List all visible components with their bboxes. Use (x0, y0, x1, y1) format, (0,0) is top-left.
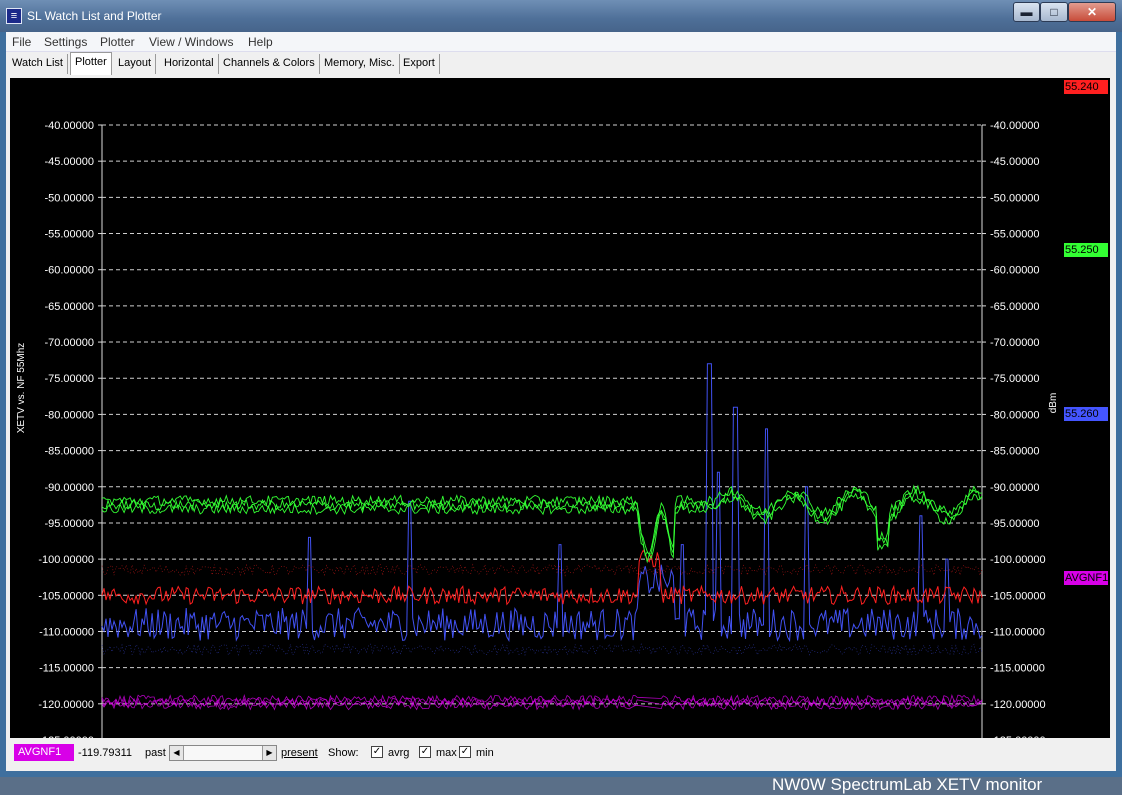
y-tick-label-right: -55.00000 (990, 229, 1040, 241)
cursor-value: -119.79311 (78, 747, 133, 759)
y-tick-label-left: -90.00000 (44, 482, 94, 494)
y-tick-label-left: -65.00000 (44, 301, 94, 313)
app-icon[interactable]: ≡ (6, 8, 22, 24)
plot-area[interactable]: -40.00000 -40.00000 -45.00000 -45.00000 -50.… (10, 78, 1110, 794)
menu-help[interactable]: Help (248, 35, 273, 49)
series-55240-max (101, 563, 983, 577)
channel-chip-55240[interactable]: 55.240 (1064, 80, 1108, 94)
y-tick-label-left: -50.00000 (44, 192, 94, 204)
show-label: Show: (328, 747, 359, 759)
window-title: SL Watch List and Plotter (27, 9, 162, 23)
tab-horizontal[interactable]: Horizontal (160, 54, 219, 74)
tab-channels-colors[interactable]: Channels & Colors (219, 54, 320, 74)
overlay-caption: NW0W SpectrumLab XETV monitor (772, 775, 1043, 794)
selected-channel[interactable]: AVGNF1 (14, 744, 74, 761)
scroll-left-arrow-icon[interactable]: ◀ (170, 746, 184, 760)
close-button[interactable]: ✕ (1068, 2, 1116, 22)
y-tick-label-left: -75.00000 (44, 373, 94, 385)
y-tick-label-left: -95.00000 (44, 518, 94, 530)
y-tick-label-left: -110.00000 (39, 626, 94, 638)
min-label: min (476, 747, 494, 759)
present-link[interactable]: present (281, 747, 318, 759)
y-tick-label-right: -100.00000 (990, 554, 1046, 566)
tab-plotter[interactable]: Plotter (70, 52, 112, 75)
y-tick-label-left: -115.00000 (39, 663, 94, 675)
menu-settings[interactable]: Settings (44, 35, 87, 49)
y-tick-label-right: -115.00000 (990, 663, 1045, 675)
tab-watch-list[interactable]: Watch List (8, 54, 68, 74)
y-tick-label-right: -95.00000 (990, 518, 1040, 530)
series-55250-line (101, 488, 983, 557)
y-tick-label-right: -65.00000 (990, 301, 1040, 313)
y-tick-label-right: -45.00000 (990, 156, 1040, 168)
y-tick-label-right: -75.00000 (990, 373, 1040, 385)
tab-layout[interactable]: Layout (114, 54, 157, 74)
y-tick-label-right: -110.00000 (990, 626, 1045, 638)
tab-bar: Watch List Plotter Layout Horizontal Cha… (6, 52, 1116, 76)
maximize-button[interactable]: □ (1040, 2, 1068, 22)
channel-chip-55260[interactable]: 55.260 (1064, 407, 1108, 421)
series-55240-line (101, 549, 983, 606)
channel-chip-55250[interactable]: 55.250 (1064, 243, 1108, 257)
y-tick-label-left: -120.00000 (38, 699, 94, 711)
menu-view-windows[interactable]: View / Windows (149, 35, 233, 49)
series-55260-min (101, 643, 983, 657)
y-tick-label-left: -40.00000 (44, 120, 94, 132)
minimize-button[interactable]: ▬ (1013, 2, 1040, 22)
y-tick-label-right: -50.00000 (990, 192, 1040, 204)
tab-memory-misc[interactable]: Memory, Misc. (320, 54, 400, 74)
max-label: max (436, 747, 457, 759)
scroll-right-arrow-icon[interactable]: ▶ (262, 746, 276, 760)
title-bar[interactable]: ≡ SL Watch List and Plotter ▬ □ ✕ (0, 0, 1122, 32)
max-checkbox[interactable]: ✓ (419, 746, 431, 758)
client-area: File Settings Plotter View / Windows Hel… (6, 32, 1116, 794)
y-tick-label-left: -100.00000 (38, 554, 94, 566)
y-tick-label-left: -80.00000 (44, 409, 94, 421)
y-tick-label-right: -40.00000 (990, 120, 1040, 132)
y-tick-label-right: -85.00000 (990, 446, 1040, 458)
menu-file[interactable]: File (12, 35, 31, 49)
y-tick-label-right: -80.00000 (990, 409, 1040, 421)
avrg-checkbox[interactable]: ✓ (371, 746, 383, 758)
y-tick-label-left: -85.00000 (44, 446, 94, 458)
app-window: ≡ SL Watch List and Plotter ▬ □ ✕ File S… (0, 0, 1122, 794)
y-tick-label-right: -90.00000 (990, 482, 1040, 494)
status-bar: AVGNF1 -119.79311 past ◀ ▶ present Show:… (6, 738, 1116, 771)
y-tick-label-left: -55.00000 (44, 229, 94, 241)
y-axis-label-right: dBm (1048, 393, 1059, 414)
y-tick-label-right: -120.00000 (990, 699, 1046, 711)
avrg-label: avrg (388, 747, 410, 759)
y-tick-label-left: -70.00000 (44, 337, 94, 349)
spectrum-chart[interactable]: -40.00000 -40.00000 -45.00000 -45.00000 -50.… (10, 78, 1110, 738)
time-scrollbar[interactable]: ◀ ▶ (169, 745, 277, 761)
y-tick-label-right: -105.00000 (990, 590, 1046, 602)
y-tick-label-right: -70.00000 (990, 337, 1040, 349)
y-tick-label-left: -60.00000 (44, 265, 94, 277)
menu-bar: File Settings Plotter View / Windows Hel… (6, 32, 1116, 52)
y-tick-label-left: -105.00000 (38, 590, 94, 602)
y-tick-label-right: -60.00000 (990, 265, 1040, 277)
tab-export[interactable]: Export (399, 54, 440, 74)
y-axis-label-left: XETV vs. NF 55Mhz (16, 343, 27, 434)
y-tick-label-left: -45.00000 (44, 156, 94, 168)
menu-plotter[interactable]: Plotter (100, 35, 135, 49)
past-label: past (145, 747, 166, 759)
min-checkbox[interactable]: ✓ (459, 746, 471, 758)
channel-chip-avgnf1[interactable]: AVGNF1 (1064, 571, 1108, 585)
